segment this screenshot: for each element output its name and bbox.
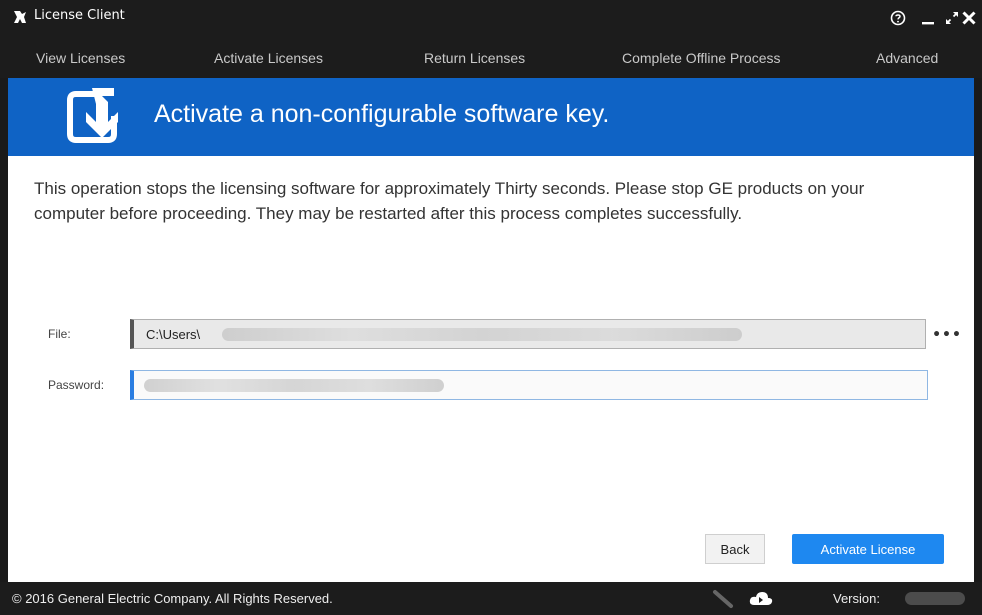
nav-view-licenses[interactable]: View Licenses [36, 50, 125, 66]
main-content: This operation stops the licensing softw… [8, 156, 974, 582]
minimize-icon[interactable] [917, 6, 939, 30]
activate-license-button[interactable]: Activate License [792, 534, 944, 564]
help-icon[interactable] [887, 6, 909, 30]
back-button[interactable]: Back [705, 534, 765, 564]
redacted-version [905, 592, 965, 605]
activate-arrow-icon [67, 88, 118, 143]
version-label: Version: [833, 591, 880, 606]
cloud-sync-icon [749, 592, 773, 605]
license-client-window: License Client View Licenses Activate Li… [0, 0, 982, 615]
app-title: License Client [34, 8, 125, 23]
page-title: Activate a non-configurable software key… [154, 100, 610, 128]
connection-plug-icon [713, 590, 733, 608]
file-label: File: [48, 327, 71, 341]
copyright-text: © 2016 General Electric Company. All Rig… [12, 591, 333, 606]
app-logo-icon [14, 11, 26, 23]
page-banner: Activate a non-configurable software key… [8, 78, 974, 156]
status-bar: © 2016 General Electric Company. All Rig… [0, 582, 982, 615]
nav-return-licenses[interactable]: Return Licenses [424, 50, 525, 66]
redacted-file-path [222, 328, 742, 341]
nav-advanced[interactable]: Advanced [876, 50, 938, 66]
redacted-password [144, 379, 444, 392]
browse-button[interactable]: ••• [932, 323, 962, 347]
nav-activate-licenses[interactable]: Activate Licenses [214, 50, 323, 66]
main-nav: View Licenses Activate Licenses Return L… [0, 42, 982, 78]
file-path-value: C:\Users\ [146, 327, 201, 342]
password-field[interactable] [130, 370, 928, 400]
file-path-field[interactable]: C:\Users\ [130, 319, 926, 349]
close-icon[interactable] [958, 6, 980, 30]
title-bar: License Client [0, 0, 982, 42]
operation-description: This operation stops the licensing softw… [34, 179, 865, 223]
password-label: Password: [48, 378, 105, 392]
nav-complete-offline-process[interactable]: Complete Offline Process [622, 50, 780, 66]
